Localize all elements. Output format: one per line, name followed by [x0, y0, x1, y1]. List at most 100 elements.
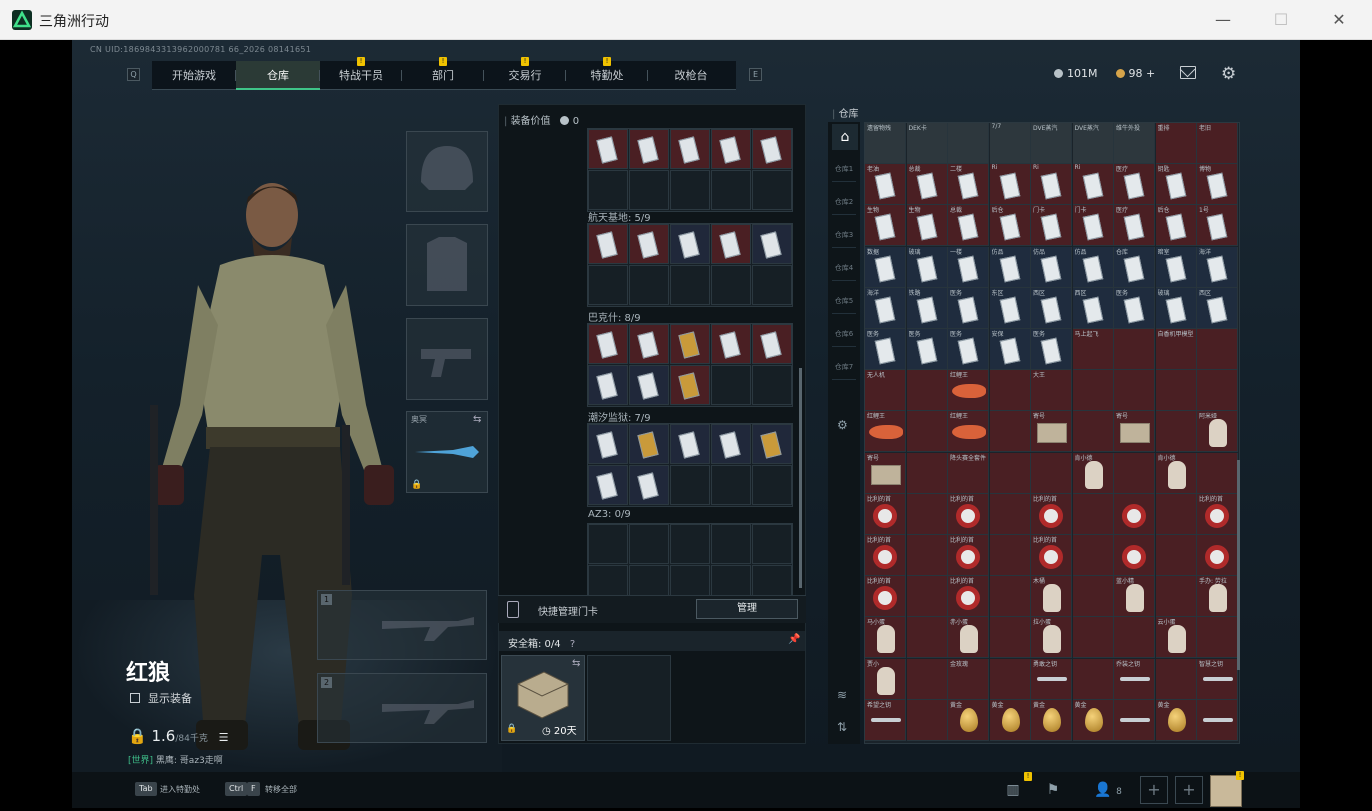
- warehouse-tab-1[interactable]: 仓库1: [832, 156, 856, 182]
- warehouse-item[interactable]: Ri: [1031, 164, 1072, 206]
- warehouse-item[interactable]: 后仓: [989, 205, 1031, 247]
- warehouse-item[interactable]: [1072, 617, 1114, 659]
- grid-cell[interactable]: [629, 170, 669, 210]
- warehouse-item[interactable]: [1114, 329, 1155, 370]
- keycard-item[interactable]: [630, 130, 668, 168]
- warehouse-item[interactable]: Ri: [989, 164, 1031, 206]
- container-grid[interactable]: [587, 323, 793, 407]
- sort-icon[interactable]: ⇅: [837, 720, 847, 734]
- warehouse-item[interactable]: 比利的首: [1197, 493, 1238, 535]
- warehouse-item[interactable]: Ri: [1072, 164, 1114, 206]
- warehouse-item[interactable]: [1072, 493, 1114, 535]
- grid-cell[interactable]: [670, 524, 710, 564]
- warehouse-item[interactable]: 西区: [1072, 287, 1114, 329]
- keycard-item[interactable]: [753, 130, 791, 168]
- flag-icon[interactable]: ⚑: [1042, 779, 1064, 801]
- grid-cell[interactable]: [588, 524, 628, 564]
- warehouse-item[interactable]: [948, 123, 989, 164]
- tab-0[interactable]: 开始游戏: [152, 61, 236, 90]
- warehouse-item[interactable]: 无人机: [865, 370, 906, 412]
- warehouse-item[interactable]: 仿品: [1072, 246, 1114, 288]
- warehouse-item[interactable]: [989, 411, 1031, 453]
- container-grid[interactable]: [587, 223, 793, 307]
- warehouse-item[interactable]: 肯小德: [1155, 452, 1197, 494]
- warehouse-item[interactable]: DEK卡: [906, 123, 948, 164]
- warehouse-item[interactable]: 仓库: [1114, 246, 1155, 288]
- warehouse-item[interactable]: [1197, 699, 1238, 741]
- warehouse-item[interactable]: [1031, 452, 1072, 494]
- warehouse-item[interactable]: 海洋: [1197, 246, 1238, 288]
- warehouse-item[interactable]: 安保: [989, 329, 1031, 370]
- grid-cell[interactable]: [752, 465, 792, 505]
- warehouse-item[interactable]: 仿品: [1031, 246, 1072, 288]
- warehouse-item[interactable]: [989, 658, 1031, 700]
- warehouse-item[interactable]: 马小蛋: [865, 617, 906, 659]
- warehouse-item[interactable]: 维牛外投: [1114, 123, 1155, 164]
- warehouse-item[interactable]: 比利的首: [948, 576, 989, 618]
- warehouse-item[interactable]: 黄金: [989, 699, 1031, 741]
- warehouse-item[interactable]: 西区: [1031, 287, 1072, 329]
- warehouse-tab-3[interactable]: 仓库3: [832, 222, 856, 248]
- container-scrollbar[interactable]: [799, 368, 802, 588]
- warehouse-item[interactable]: [989, 617, 1031, 659]
- warehouse-item[interactable]: 暗室: [1155, 246, 1197, 288]
- minimize-button[interactable]: —: [1208, 8, 1238, 32]
- warehouse-item[interactable]: [1197, 617, 1238, 659]
- warehouse-tab-2[interactable]: 仓库2: [832, 189, 856, 215]
- warehouse-item[interactable]: 门卡: [1072, 205, 1114, 247]
- warehouse-item[interactable]: [906, 493, 948, 535]
- warehouse-item[interactable]: [989, 452, 1031, 494]
- warehouse-item[interactable]: [1155, 658, 1197, 700]
- keycard-item[interactable]: [589, 225, 627, 263]
- warehouse-item[interactable]: 红鲤王: [865, 411, 906, 453]
- keycard-item[interactable]: [630, 325, 668, 363]
- warehouse-item[interactable]: 海洋: [865, 287, 906, 329]
- keycard-item[interactable]: [589, 325, 627, 363]
- warehouse-item[interactable]: 遗留物残: [865, 123, 906, 164]
- keycard-item[interactable]: [671, 325, 709, 363]
- checkbox[interactable]: [130, 693, 140, 703]
- warehouse-item[interactable]: 1号: [1197, 205, 1238, 247]
- grid-cell[interactable]: [588, 265, 628, 305]
- warehouse-item[interactable]: [906, 658, 948, 700]
- tab-2[interactable]: 特战干员!: [320, 57, 402, 90]
- grid-cell[interactable]: [670, 170, 710, 210]
- warehouse-item[interactable]: 生物: [865, 205, 906, 247]
- keycard-item[interactable]: [671, 366, 709, 404]
- grid-cell[interactable]: [588, 170, 628, 210]
- warehouse-item[interactable]: 智慧之钥: [1197, 658, 1238, 700]
- warehouse-item[interactable]: [1155, 493, 1197, 535]
- warehouse-item[interactable]: 寄号: [865, 452, 906, 494]
- gold-balance[interactable]: 98 +: [1115, 67, 1155, 80]
- grid-cell[interactable]: [752, 365, 792, 405]
- warehouse-item[interactable]: 肯小德: [1072, 452, 1114, 494]
- warehouse-item[interactable]: 比利的首: [1031, 535, 1072, 576]
- warehouse-item[interactable]: 蓝小精: [1114, 576, 1155, 618]
- warehouse-item[interactable]: [1114, 617, 1155, 659]
- stats-icon[interactable]: ▥: [1002, 779, 1024, 801]
- close-button[interactable]: ✕: [1324, 8, 1354, 32]
- keycard-item[interactable]: [630, 466, 668, 504]
- warehouse-item[interactable]: 7/7: [989, 123, 1031, 164]
- warehouse-item[interactable]: 黄金: [1155, 699, 1197, 741]
- keycard-item[interactable]: [753, 225, 791, 263]
- warehouse-item[interactable]: 医务: [1031, 329, 1072, 370]
- warehouse-scrollbar[interactable]: [1237, 460, 1240, 670]
- keycard-item[interactable]: [589, 366, 627, 404]
- warehouse-item[interactable]: 门卡: [1031, 205, 1072, 247]
- keycard-item[interactable]: [589, 130, 627, 168]
- keycard-item[interactable]: [753, 325, 791, 363]
- warehouse-item[interactable]: 云小蛋: [1155, 617, 1197, 659]
- warehouse-item[interactable]: [1072, 411, 1114, 453]
- show-equipment-toggle[interactable]: 显示装备: [130, 690, 192, 706]
- grid-cell[interactable]: [711, 465, 751, 505]
- warehouse-item[interactable]: [906, 452, 948, 494]
- warehouse-item[interactable]: 寄号: [1114, 411, 1155, 453]
- warehouse-item[interactable]: 生物: [906, 205, 948, 247]
- manage-button[interactable]: 管理: [696, 599, 798, 619]
- maximize-button[interactable]: ☐: [1266, 8, 1296, 32]
- mail-icon[interactable]: [1180, 66, 1196, 79]
- list-icon[interactable]: ☰: [219, 731, 229, 744]
- warehouse-item[interactable]: [1114, 699, 1155, 741]
- warehouse-item[interactable]: 玻璃: [906, 246, 948, 288]
